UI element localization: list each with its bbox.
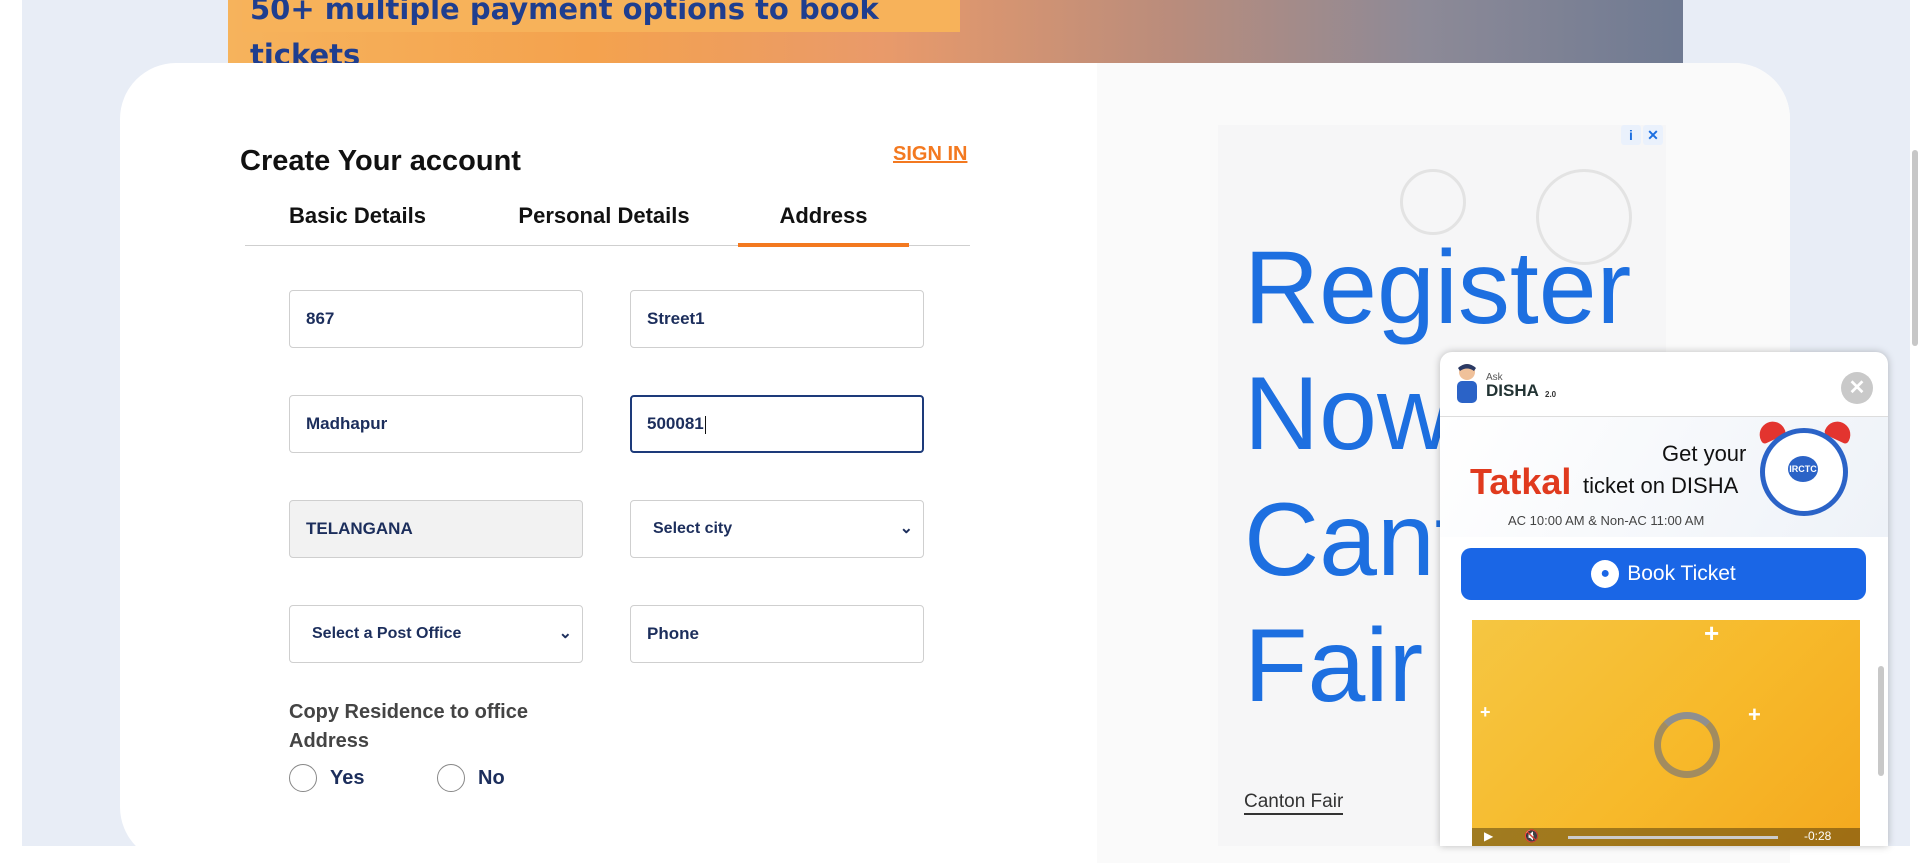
disha-version: 2.0 (1545, 390, 1557, 399)
radio-no[interactable] (437, 764, 465, 792)
book-ticket-button[interactable]: ● Book Ticket (1461, 548, 1866, 600)
sparkle-icon: + (1704, 620, 1720, 648)
tab-personal-details[interactable]: Personal Details (502, 202, 706, 246)
widget-scrollbar[interactable] (1878, 666, 1884, 776)
irctc-logo: IRCTC (1788, 456, 1818, 482)
copy-residence-label: Copy Residence to office Address (289, 701, 528, 752)
ad-info-icon[interactable]: i (1621, 125, 1641, 145)
city-select-value: Select city (653, 520, 733, 537)
loading-spinner-icon (1654, 712, 1720, 778)
page-scrollbar[interactable] (1912, 150, 1918, 346)
promo-get-text: Get your (1662, 441, 1747, 466)
disha-header: Ask DISHA 2.0 ✕ (1440, 352, 1888, 417)
radio-yes-label[interactable]: Yes (330, 767, 364, 790)
ad-close-icon[interactable]: ✕ (1643, 125, 1663, 145)
disha-chat-widget: Ask DISHA 2.0 ✕ Get your Tatkal ticket o… (1440, 352, 1888, 846)
train-icon: ● (1591, 560, 1620, 589)
disha-title: DISHA (1486, 381, 1539, 400)
chevron-down-icon: ⌄ (558, 625, 572, 642)
promo-video[interactable]: + + + ▶ 🔇 -0:28 (1472, 620, 1860, 846)
disha-avatar-icon (1457, 364, 1477, 403)
pincode-field[interactable]: 500081 (630, 395, 924, 453)
sparkle-icon: + (1748, 702, 1761, 727)
ad-footer-link[interactable]: Canton Fair (1244, 791, 1344, 815)
tab-basic-details[interactable]: Basic Details (270, 202, 445, 246)
book-ticket-label: Book Ticket (1627, 562, 1736, 585)
flat-door-field[interactable]: 867 (289, 290, 583, 348)
pincode-value: 500081 (647, 414, 704, 433)
video-progress-bar[interactable] (1568, 836, 1778, 839)
ad-controls: i ✕ (1619, 125, 1667, 147)
sign-in-link[interactable]: SIGN IN (893, 143, 967, 166)
banner-text: 50+ multiple payment options to book tic… (242, 0, 960, 63)
ad-headline-line: Register (1244, 230, 1632, 346)
post-office-select[interactable]: Select a Post Office ⌄ (289, 605, 583, 663)
sparkle-icon: + (1480, 702, 1491, 722)
play-icon[interactable]: ▶ (1484, 829, 1493, 843)
mute-icon[interactable]: 🔇 (1524, 829, 1539, 843)
promo-on-text: ticket on DISHA (1583, 473, 1739, 498)
area-field[interactable]: Madhapur (289, 395, 583, 453)
radio-yes[interactable] (289, 764, 317, 792)
promo-times-text: AC 10:00 AM & Non-AC 11:00 AM (1508, 513, 1705, 528)
tab-address[interactable]: Address (738, 202, 909, 246)
payment-banner[interactable]: 50+ multiple payment options to book tic… (228, 0, 1683, 63)
phone-field[interactable]: Phone (630, 605, 924, 663)
close-icon[interactable]: ✕ (1841, 372, 1873, 404)
city-select[interactable]: Select city ⌄ (630, 500, 924, 558)
street-field[interactable]: Street1 (630, 290, 924, 348)
post-office-select-value: Select a Post Office (312, 625, 462, 642)
chevron-down-icon: ⌄ (899, 520, 913, 537)
radio-no-label[interactable]: No (478, 767, 505, 790)
text-cursor (704, 415, 706, 434)
active-tab-indicator (738, 243, 909, 247)
page-title: Create Your account (240, 145, 521, 177)
state-field: TELANGANA (289, 500, 583, 558)
video-time: -0:28 (1804, 829, 1832, 843)
promo-tatkal-text: Tatkal (1470, 461, 1572, 502)
video-controls[interactable]: ▶ 🔇 -0:28 (1472, 828, 1860, 846)
